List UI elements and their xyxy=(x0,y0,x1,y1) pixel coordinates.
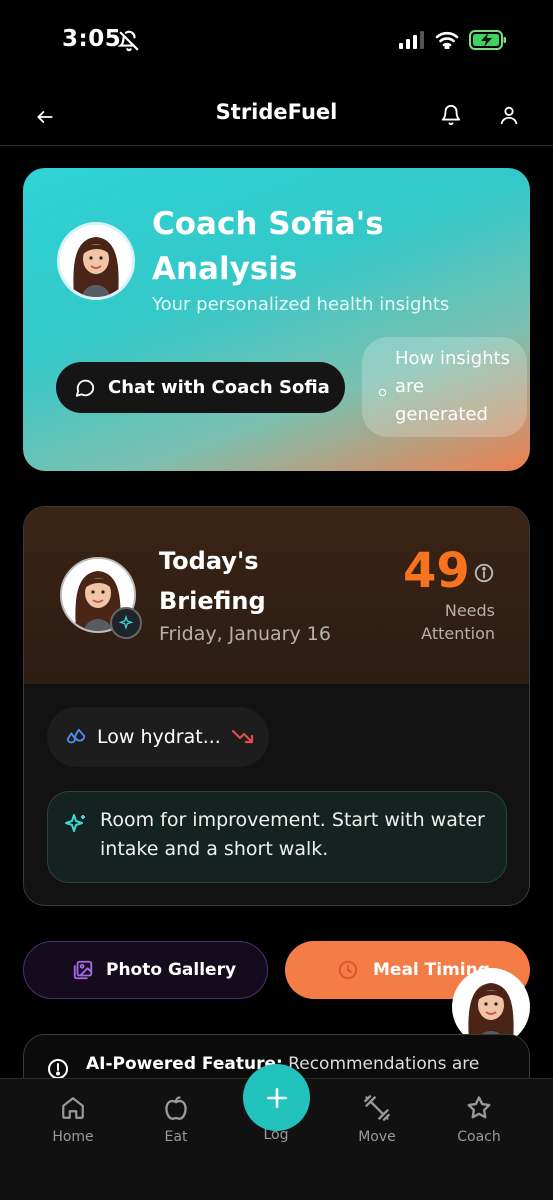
coach-avatar xyxy=(57,222,135,300)
dumbbell-icon xyxy=(364,1095,390,1121)
nav-coach-label: Coach xyxy=(457,1129,501,1145)
star-icon xyxy=(467,1096,491,1119)
sparkle-badge xyxy=(110,607,142,639)
signal-icon xyxy=(399,31,425,53)
chat-bubble-icon xyxy=(75,379,95,397)
trending-down-icon xyxy=(231,729,253,744)
ai-notice-body: Recommendations are xyxy=(282,1054,480,1074)
status-indicators xyxy=(399,30,507,54)
photo-gallery-button[interactable]: Photo Gallery xyxy=(23,941,268,999)
hydration-chip[interactable]: Low hydrat... xyxy=(47,707,269,767)
chat-with-coach-button[interactable]: Chat with Coach Sofia xyxy=(56,362,345,413)
how-insights-label: How insights are generated xyxy=(395,348,511,425)
status-time: 3:05 xyxy=(62,26,122,52)
bell-icon xyxy=(441,105,461,126)
nav-move-label: Move xyxy=(358,1129,396,1145)
sparkles-icon xyxy=(64,812,88,840)
hydration-chip-label: Low hydrat... xyxy=(97,726,221,748)
nav-log-label: Log xyxy=(263,1127,289,1143)
app-header: StrideFuel xyxy=(0,84,553,146)
nav-eat[interactable]: Eat xyxy=(136,1091,216,1145)
droplets-icon xyxy=(66,728,86,744)
nav-home-label: Home xyxy=(52,1129,94,1145)
sparkle-icon xyxy=(118,615,134,630)
apple-icon xyxy=(165,1096,187,1120)
nav-eat-label: Eat xyxy=(164,1129,188,1145)
info-icon[interactable] xyxy=(473,562,495,588)
app-title: StrideFuel xyxy=(215,100,338,124)
briefing-title: Today's Briefing xyxy=(159,547,266,615)
how-insights-button[interactable]: How insights are generated xyxy=(362,337,527,437)
insight-card: Room for improvement. Start with water i… xyxy=(47,791,507,883)
briefing-header: Today's Briefing Friday, January 16 49 N… xyxy=(24,507,529,684)
insight-text: Room for improvement. Start with water i… xyxy=(100,809,485,860)
silent-mode-icon xyxy=(117,30,140,56)
home-icon xyxy=(62,1097,84,1119)
wifi-icon xyxy=(435,31,459,53)
bottom-nav: Home Eat Log Move Coach xyxy=(0,1064,553,1200)
ai-notice-bold: AI-Powered Feature: xyxy=(86,1054,283,1074)
status-bar: 3:05 xyxy=(0,0,553,84)
todays-briefing-card: Today's Briefing Friday, January 16 49 N… xyxy=(23,506,530,906)
photo-gallery-label: Photo Gallery xyxy=(106,960,237,980)
image-gallery-icon xyxy=(73,960,93,980)
nav-home[interactable]: Home xyxy=(33,1091,113,1145)
battery-charging-icon xyxy=(469,30,507,54)
user-icon xyxy=(500,106,518,125)
log-fab-button[interactable] xyxy=(243,1064,310,1131)
nav-move[interactable]: Move xyxy=(337,1091,417,1145)
info-dot-icon xyxy=(378,382,387,401)
chat-button-label: Chat with Coach Sofia xyxy=(108,377,330,398)
profile-button[interactable] xyxy=(494,100,524,130)
health-score: 49 xyxy=(403,543,470,599)
briefing-date: Friday, January 16 xyxy=(159,623,331,645)
clock-icon xyxy=(338,960,358,980)
nav-coach[interactable]: Coach xyxy=(439,1091,519,1145)
score-status: Needs Attention xyxy=(421,601,495,643)
hero-subtitle: Your personalized health insights xyxy=(152,294,450,315)
notifications-button[interactable] xyxy=(436,100,466,130)
hero-title: Coach Sofia's Analysis xyxy=(152,206,384,287)
plus-icon xyxy=(266,1087,287,1108)
coach-analysis-card: Coach Sofia's Analysis Your personalized… xyxy=(23,168,530,471)
